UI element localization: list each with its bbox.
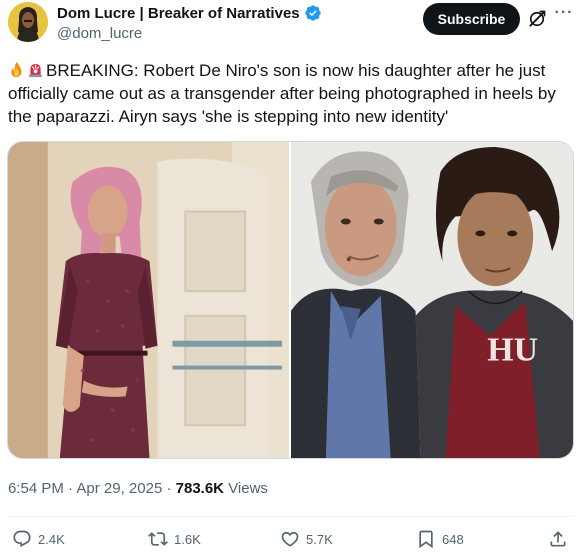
tweet-text: BREAKING: Robert De Niro's son is now hi…: [8, 59, 574, 128]
action-bar: 2.4K 1.6K 5.7K 648: [0, 525, 583, 557]
more-icon[interactable]: ···: [553, 4, 575, 26]
repost-icon: [148, 532, 168, 546]
reply-count: 2.4K: [38, 531, 65, 547]
heart-icon: [281, 531, 299, 547]
rotating-light-emoji-icon: [29, 63, 42, 78]
bookmark-button[interactable]: 648: [416, 529, 464, 549]
avatar-image: [8, 2, 48, 42]
reply-button[interactable]: 2.4K: [12, 529, 65, 549]
author-handle[interactable]: @dom_lucre: [57, 25, 142, 42]
photo-right-image: HU: [291, 142, 573, 458]
share-button[interactable]: [548, 529, 568, 549]
divider: [8, 516, 574, 517]
repost-count: 1.6K: [174, 531, 201, 547]
shirt-print-text: HU: [487, 332, 538, 369]
tweet-header: Dom Lucre | Breaker of Narratives @dom_l…: [0, 0, 583, 50]
bookmark-count: 648: [442, 531, 464, 547]
views-count: 783.6K: [175, 480, 225, 497]
reply-icon: [13, 530, 31, 548]
tweet-body: BREAKING: Robert De Niro's son is now hi…: [8, 61, 556, 126]
author-name-row: Dom Lucre | Breaker of Narratives: [57, 4, 322, 22]
meta-separator-2: ·: [166, 480, 172, 497]
fire-emoji-icon: [11, 61, 22, 78]
verified-badge-icon: [304, 5, 321, 21]
subscribe-button[interactable]: Subscribe: [423, 3, 520, 35]
tweet-date[interactable]: Apr 29, 2025: [76, 480, 162, 497]
author-avatar[interactable]: [8, 2, 48, 42]
bookmark-icon: [419, 530, 433, 549]
media-grid: HU: [7, 141, 574, 459]
grok-icon[interactable]: [527, 9, 547, 29]
like-count: 5.7K: [306, 531, 333, 547]
author-display-name[interactable]: Dom Lucre | Breaker of Narratives: [57, 5, 300, 22]
share-icon: [550, 531, 566, 547]
views-label: Views: [228, 480, 268, 497]
repost-button[interactable]: 1.6K: [148, 529, 201, 549]
tweet-meta: 6:54 PM · Apr 29, 2025 · 783.6K Views: [8, 480, 268, 497]
photo-left-image: [8, 142, 289, 458]
like-button[interactable]: 5.7K: [280, 529, 333, 549]
photo-person-pink-hair-burgundy-dress[interactable]: [8, 142, 289, 458]
meta-separator-1: ·: [68, 480, 74, 497]
photo-two-men-portrait[interactable]: HU: [291, 142, 573, 458]
tweet-time[interactable]: 6:54 PM: [8, 480, 64, 497]
